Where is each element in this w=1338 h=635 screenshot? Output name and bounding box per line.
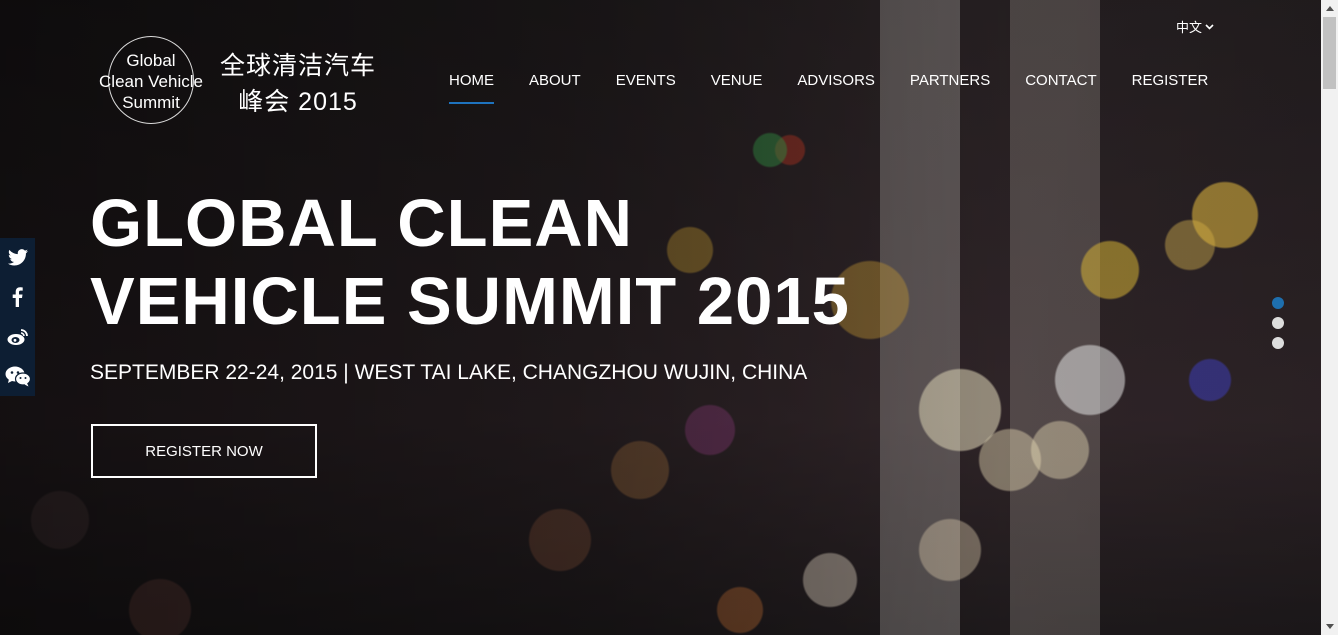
language-label: 中文 — [1176, 20, 1203, 35]
hero-subtitle: SEPTEMBER 22-24, 2015 | WEST TAI LAKE, C… — [90, 361, 808, 384]
hero-title-line: VEHICLE SUMMIT 2015 — [90, 264, 850, 339]
logo-cn-line: 全球清洁汽车 — [219, 52, 376, 80]
main-nav: HOME ABOUT EVENTS VENUE ADVISORS PARTNER… — [449, 72, 1243, 104]
slider-pagination — [1272, 297, 1284, 357]
nav-register[interactable]: REGISTER — [1132, 72, 1209, 104]
social-sidebar — [0, 238, 35, 396]
logo-english-text: Global Clean Vehicle Summit — [96, 50, 206, 113]
logo-en-line: Summit — [122, 93, 180, 112]
register-now-button[interactable]: REGISTER NOW — [91, 424, 317, 478]
logo-en-line: Clean Vehicle — [99, 72, 203, 91]
logo-en-line: Global — [126, 51, 176, 70]
nav-about[interactable]: ABOUT — [529, 72, 581, 104]
slider-dot[interactable] — [1272, 337, 1284, 349]
logo-cn-line: 峰会 2015 — [238, 88, 358, 116]
wechat-icon[interactable] — [0, 357, 35, 397]
nav-home[interactable]: HOME — [449, 72, 494, 104]
logo-chinese-text: 全球清洁汽车 峰会 2015 — [208, 48, 388, 120]
nav-contact[interactable]: CONTACT — [1025, 72, 1096, 104]
nav-events[interactable]: EVENTS — [616, 72, 676, 104]
scroll-down-arrow-icon[interactable] — [1321, 618, 1338, 635]
site-logo[interactable]: Global Clean Vehicle Summit 全球清洁汽车 峰会 20… — [96, 36, 386, 128]
slider-dot[interactable] — [1272, 297, 1284, 309]
nav-venue[interactable]: VENUE — [711, 72, 763, 104]
chevron-down-icon — [1205, 22, 1214, 33]
language-switcher[interactable]: 中文 — [1176, 17, 1214, 36]
facebook-icon[interactable] — [0, 278, 35, 318]
hero-title: GLOBAL CLEAN VEHICLE SUMMIT 2015 — [90, 185, 910, 341]
page-scrollbar[interactable] — [1321, 0, 1338, 635]
slider-dot[interactable] — [1272, 317, 1284, 329]
scrollbar-thumb[interactable] — [1323, 17, 1336, 89]
nav-advisors[interactable]: ADVISORS — [797, 72, 875, 104]
scroll-up-arrow-icon[interactable] — [1321, 0, 1338, 17]
nav-partners[interactable]: PARTNERS — [910, 72, 990, 104]
twitter-icon[interactable] — [0, 238, 35, 278]
hero-title-line: GLOBAL CLEAN — [90, 186, 634, 261]
weibo-icon[interactable] — [0, 317, 35, 357]
